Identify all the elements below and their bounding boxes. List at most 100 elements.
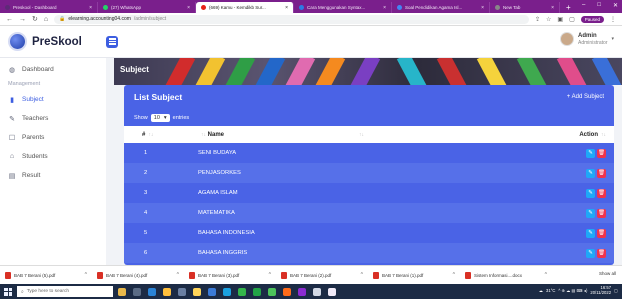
- tab-title: Preskool - Dashboard: [13, 5, 57, 10]
- user-menu[interactable]: Admin Administrator ▾: [560, 32, 614, 46]
- close-tab-icon[interactable]: ×: [89, 5, 92, 11]
- browser-tab[interactable]: (669) Kamu - Kemdikb Sur... ×: [196, 2, 294, 13]
- sidebar-item-dashboard[interactable]: ◍ Dashboard: [0, 60, 106, 79]
- close-icon[interactable]: ✕: [613, 2, 618, 9]
- edit-icon[interactable]: ✎: [586, 208, 595, 218]
- browser-tab[interactable]: (27) WhatsApp ×: [98, 2, 196, 13]
- brand[interactable]: PreSkool: [0, 32, 106, 51]
- chevron-up-icon[interactable]: ^: [269, 272, 271, 278]
- star-icon[interactable]: ☆: [546, 16, 551, 23]
- profile-paused-button[interactable]: Paused: [580, 15, 604, 23]
- taskbar-app-icon[interactable]: [133, 287, 141, 296]
- column-header-name[interactable]: ↑↓ Name: [198, 126, 356, 143]
- taskbar-search-placeholder: Type here to search: [26, 289, 70, 294]
- add-subject-button[interactable]: + Add Subject: [567, 94, 604, 100]
- chevron-up-icon[interactable]: ^: [361, 272, 363, 278]
- taskbar-app-icon[interactable]: [163, 287, 171, 296]
- tab-favicon-icon: [397, 5, 402, 10]
- minimize-icon[interactable]: –: [582, 2, 585, 9]
- url-field[interactable]: 🔒 elearning.accounting04.com/admin/subje…: [54, 14, 529, 24]
- file-icon: [5, 271, 11, 279]
- reload-icon[interactable]: ↻: [32, 15, 38, 23]
- edit-icon[interactable]: ✎: [586, 148, 595, 158]
- sidebar-item-teachers[interactable]: ✎ Teachers: [0, 109, 106, 128]
- close-tab-icon[interactable]: ×: [285, 5, 288, 11]
- clock[interactable]: 16:57 20/11/2022: [590, 285, 611, 295]
- column-header-number[interactable]: # ↑↓: [124, 126, 198, 143]
- back-icon[interactable]: ←: [6, 16, 13, 23]
- weather-icon[interactable]: ☁: [539, 288, 543, 293]
- subject-actions: ✎ 🗑: [546, 183, 614, 203]
- lock-icon: 🔒: [59, 16, 66, 22]
- delete-icon[interactable]: 🗑: [597, 148, 606, 158]
- delete-icon[interactable]: 🗑: [597, 208, 606, 218]
- taskbar-app-icon[interactable]: [313, 287, 321, 296]
- browser-tab[interactable]: Cara Menggunakan Syntax... ×: [294, 2, 392, 13]
- browser-toolbar: ⇪ ☆ ▣ ▢ Paused ⋮: [535, 15, 616, 23]
- taskbar-app-icon[interactable]: [193, 287, 201, 296]
- home-icon[interactable]: ⌂: [44, 16, 48, 23]
- entries-control: Show 10 ▾ entries: [124, 109, 614, 126]
- download-item[interactable]: BAB 7 Berani (1).pdf ^: [368, 271, 460, 279]
- menu-icon[interactable]: ⋮: [610, 16, 616, 23]
- hamburger-menu-button[interactable]: [106, 35, 118, 48]
- sidebar-item-label: Students: [22, 153, 48, 160]
- close-tab-icon[interactable]: ×: [187, 5, 190, 11]
- taskbar-app-icon[interactable]: [328, 287, 336, 296]
- tray-icons[interactable]: ^ ⊕ ☁ ▤ ⌨ ◂): [558, 288, 587, 293]
- brand-name: PreSkool: [32, 35, 82, 48]
- taskbar-app-icon[interactable]: [238, 287, 246, 296]
- edit-icon[interactable]: ✎: [586, 168, 595, 178]
- taskbar-app-icon[interactable]: [148, 287, 156, 296]
- new-tab-button[interactable]: +: [560, 2, 577, 13]
- chevron-up-icon[interactable]: ^: [545, 272, 547, 278]
- browser-tab[interactable]: Soal Pendidikan Agama Isl... ×: [392, 2, 490, 13]
- taskbar-app-icon[interactable]: [223, 287, 231, 296]
- delete-icon[interactable]: 🗑: [597, 188, 606, 198]
- download-item[interactable]: BAB 7 Berani (5).pdf ^: [0, 271, 92, 279]
- forward-icon[interactable]: →: [19, 16, 26, 23]
- edit-icon[interactable]: ✎: [586, 188, 595, 198]
- edit-icon[interactable]: ✎: [586, 248, 595, 258]
- taskbar-app-icon[interactable]: [268, 287, 276, 296]
- sidebar-item-subject[interactable]: ▮ Subject: [0, 90, 106, 109]
- download-item[interactable]: BAB 7 Berani (4).pdf ^: [92, 271, 184, 279]
- sidebar-item-result[interactable]: ▤ Result: [0, 166, 106, 185]
- delete-icon[interactable]: 🗑: [597, 168, 606, 178]
- sidepanel-icon[interactable]: ▢: [569, 16, 575, 23]
- close-tab-icon[interactable]: ×: [481, 5, 484, 11]
- extensions-icon[interactable]: ▣: [557, 16, 563, 23]
- subject-actions: ✎ 🗑: [546, 163, 614, 183]
- taskbar-app-icon[interactable]: [253, 287, 261, 296]
- entries-select[interactable]: 10 ▾: [150, 113, 170, 122]
- taskbar-app-icon[interactable]: [298, 287, 306, 296]
- taskbar-app-icon[interactable]: [283, 287, 291, 296]
- chevron-up-icon[interactable]: ^: [453, 272, 455, 278]
- download-item[interactable]: BAB 7 Berani (2).pdf ^: [276, 271, 368, 279]
- browser-tab[interactable]: New Tab ×: [490, 2, 560, 13]
- browser-tab[interactable]: Preskool - Dashboard ×: [0, 2, 98, 13]
- taskbar-app-icon[interactable]: [118, 287, 126, 296]
- sort-icon: ↑↓: [601, 131, 606, 138]
- delete-icon[interactable]: 🗑: [597, 248, 606, 258]
- share-icon[interactable]: ⇪: [535, 16, 540, 23]
- chevron-up-icon[interactable]: ^: [85, 272, 87, 278]
- column-header-blank[interactable]: ↑↓: [356, 126, 546, 143]
- taskbar-search-input[interactable]: ⌕ Type here to search: [17, 286, 113, 297]
- download-item[interactable]: Sistem Informasi....docx ^: [460, 271, 552, 279]
- windows-start-icon[interactable]: [4, 287, 12, 296]
- maximize-icon[interactable]: □: [597, 2, 601, 9]
- close-tab-icon[interactable]: ×: [383, 5, 386, 11]
- close-tab-icon[interactable]: ×: [551, 5, 554, 11]
- taskbar-app-icon[interactable]: [178, 287, 186, 296]
- chevron-up-icon[interactable]: ^: [177, 272, 179, 278]
- sidebar-item-students[interactable]: ⌂ Students: [0, 147, 106, 166]
- show-all-downloads-button[interactable]: Show all: [599, 271, 616, 276]
- delete-icon[interactable]: 🗑: [597, 228, 606, 238]
- subject-name: MATEMATIKA: [198, 210, 235, 216]
- edit-icon[interactable]: ✎: [586, 228, 595, 238]
- notification-icon[interactable]: ▢: [614, 288, 618, 293]
- download-item[interactable]: BAB 7 Berani (3).pdf ^: [184, 271, 276, 279]
- sidebar-item-parents[interactable]: ☐ Parents: [0, 128, 106, 147]
- taskbar-app-icon[interactable]: [208, 287, 216, 296]
